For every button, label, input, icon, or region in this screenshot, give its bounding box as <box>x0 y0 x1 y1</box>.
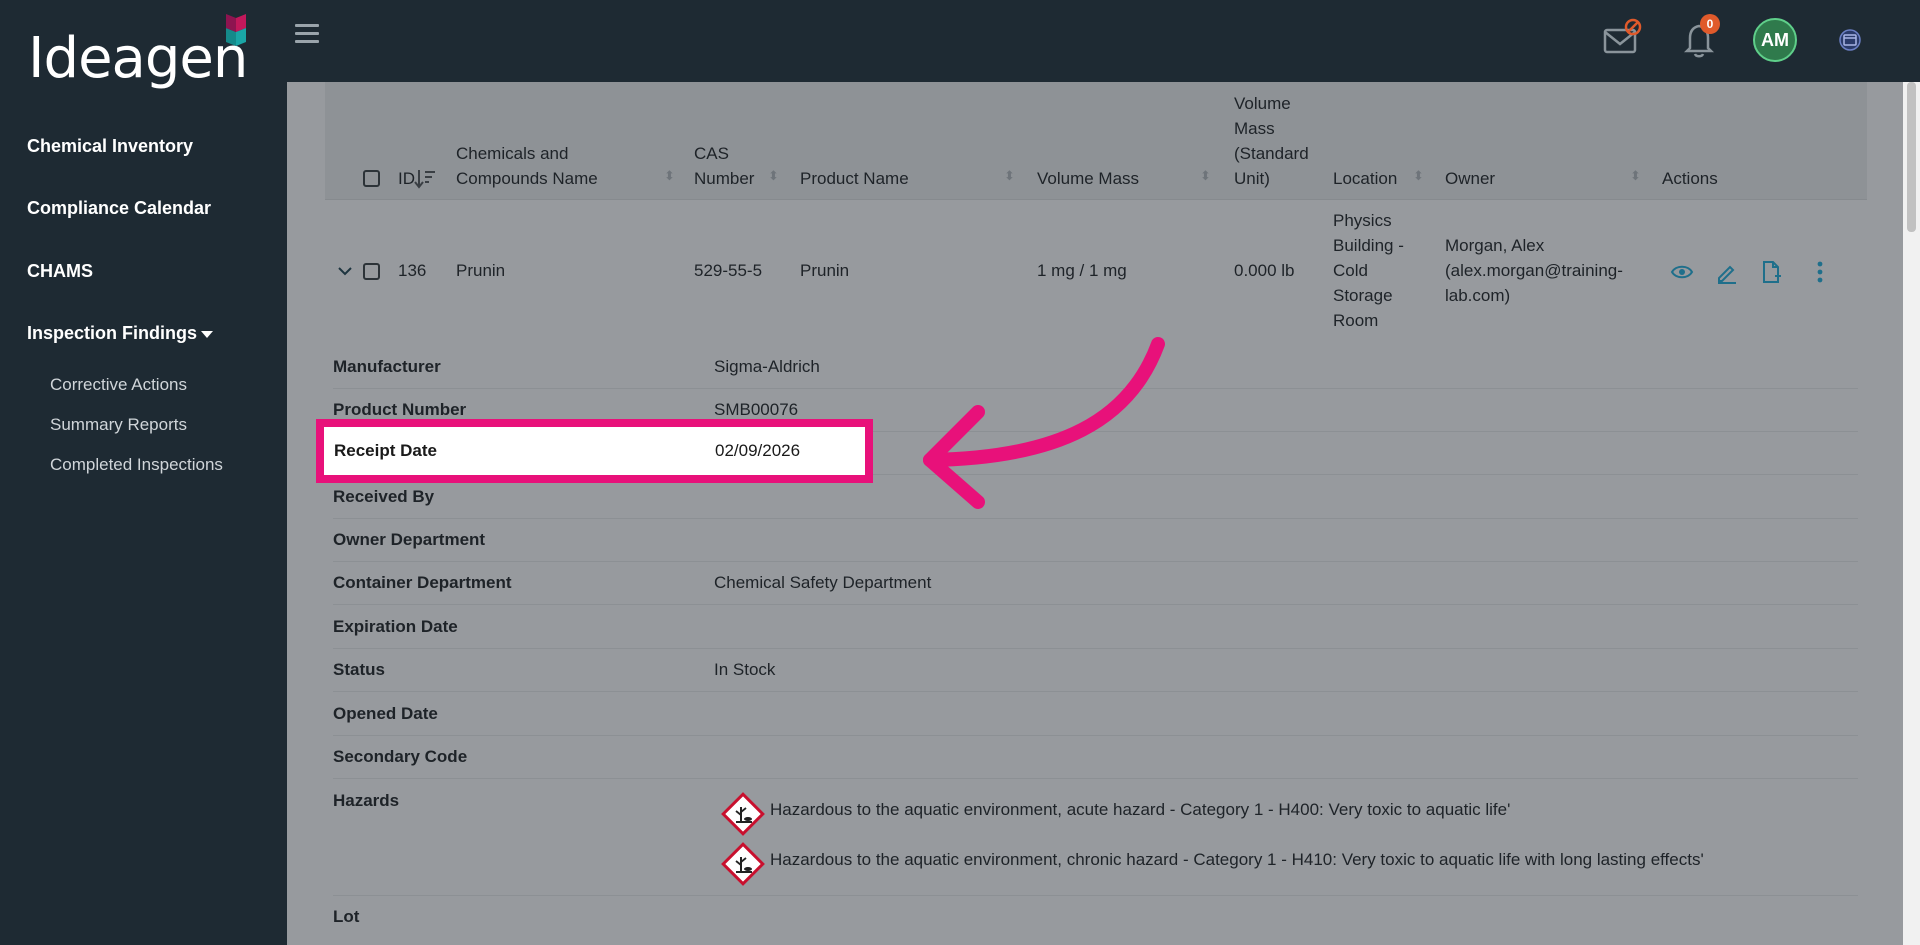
sidebar-subitem-summary-reports[interactable]: Summary Reports <box>50 415 187 435</box>
environment-hazard-pictogram-icon <box>721 842 765 886</box>
select-all-checkbox[interactable] <box>363 170 380 187</box>
detail-label: Status <box>333 660 385 679</box>
sidebar-item-chams[interactable]: CHAMS <box>27 261 93 282</box>
sort-descending-icon[interactable] <box>414 166 436 190</box>
detail-label: Product Number <box>333 400 467 419</box>
hamburger-menu-icon[interactable] <box>295 24 319 46</box>
receipt-date-value: 02/09/2026 <box>715 441 801 460</box>
hazard-text: Hazardous to the aquatic environment, ch… <box>770 850 1704 869</box>
hazard-text: Hazardous to the aquatic environment, ac… <box>770 800 1511 819</box>
cell-location-line5: Room <box>1333 311 1379 330</box>
notifications-bell-icon[interactable]: 0 <box>1682 14 1722 65</box>
detail-status: Status In Stock <box>333 649 1858 692</box>
environment-hazard-pictogram-icon <box>721 792 765 836</box>
detail-label: Secondary Code <box>333 747 468 766</box>
detail-hazards: Hazards <box>333 780 1858 896</box>
calendar-icon[interactable] <box>1838 28 1862 57</box>
detail-label: Container Department <box>333 573 512 592</box>
header-cas-line2[interactable]: Number <box>694 166 754 191</box>
detail-value: Chemical Safety Department <box>714 573 932 592</box>
detail-opened-date: Opened Date <box>333 693 1858 736</box>
sort-icon[interactable]: ⬍ <box>1004 168 1015 184</box>
top-bar: 0 AM <box>287 0 1920 82</box>
sidebar-item-inspection-findings[interactable]: Inspection Findings <box>27 323 213 344</box>
header-product-name[interactable]: Product Name <box>800 166 909 191</box>
scrollbar-thumb[interactable] <box>1907 82 1916 232</box>
cell-volume-mass: 1 mg / 1 mg <box>1037 261 1127 280</box>
sidebar-subitem-completed-inspections[interactable]: Completed Inspections <box>50 455 223 475</box>
messages-disabled-icon[interactable] <box>1602 18 1644 63</box>
header-id[interactable]: ID <box>398 166 415 191</box>
view-eye-icon[interactable] <box>1670 262 1694 282</box>
logo-text: Ideagen <box>28 26 248 91</box>
header-chemical-name-line2[interactable]: Compounds Name <box>456 166 598 191</box>
header-std-line4[interactable]: Unit) <box>1234 166 1270 191</box>
sidebar-item-chemical-inventory[interactable]: Chemical Inventory <box>27 136 193 157</box>
cell-location-line3: Cold <box>1333 261 1368 280</box>
header-cas-line1[interactable]: CAS <box>694 141 729 166</box>
header-location[interactable]: Location <box>1333 166 1397 191</box>
cell-product-name: Prunin <box>800 261 850 280</box>
detail-label: Manufacturer <box>333 357 441 376</box>
cell-standard-unit: 0.000 lb <box>1234 261 1295 280</box>
cell-chemical-name: Prunin <box>456 261 506 280</box>
cell-cas-number: 529-55-5 <box>694 261 763 280</box>
detail-owner-department: Owner Department <box>333 519 1858 562</box>
detail-container-department: Container Department Chemical Safety Dep… <box>333 562 1858 605</box>
sidebar-subitem-corrective-actions[interactable]: Corrective Actions <box>50 375 187 395</box>
sidebar-item-label: Inspection Findings <box>27 323 197 343</box>
chevron-down-icon[interactable] <box>337 265 353 277</box>
detail-expiration-date: Expiration Date <box>333 606 1858 649</box>
logo-mark-icon <box>226 14 246 46</box>
cell-id: 136 <box>398 261 427 280</box>
detail-label: Owner Department <box>333 530 486 549</box>
sidebar-item-compliance-calendar[interactable]: Compliance Calendar <box>27 198 211 219</box>
annotation-arrow-icon <box>923 337 1165 509</box>
sort-icon[interactable]: ⬍ <box>768 168 779 184</box>
header-actions: Actions <box>1662 169 1718 188</box>
ideagen-logo[interactable]: Ideagen <box>28 14 268 94</box>
sort-icon[interactable]: ⬍ <box>1200 168 1211 184</box>
sort-icon[interactable]: ⬍ <box>1413 168 1424 184</box>
more-options-icon[interactable] <box>1815 260 1825 284</box>
detail-value: Sigma-Aldrich <box>714 357 820 376</box>
cell-location-line4: Storage <box>1333 286 1393 305</box>
detail-label: Expiration Date <box>333 617 458 636</box>
detail-secondary-code: Secondary Code <box>333 736 1858 779</box>
detail-lot: Lot <box>333 896 1858 939</box>
detail-value: SMB00076 <box>714 400 799 419</box>
user-avatar[interactable]: AM <box>1753 18 1797 62</box>
header-volume-mass[interactable]: Volume Mass <box>1037 166 1139 191</box>
add-document-icon[interactable] <box>1759 260 1783 284</box>
cell-owner-line3: lab.com) <box>1445 286 1511 305</box>
detail-label: Lot <box>333 907 360 926</box>
receipt-date-label: Receipt Date <box>334 441 437 460</box>
receipt-date-highlight: Receipt Date 02/09/2026 <box>316 419 873 483</box>
row-checkbox[interactable] <box>363 263 380 280</box>
header-std-line1[interactable]: Volume <box>1234 91 1291 116</box>
cell-owner-line1: Morgan, Alex <box>1445 236 1545 255</box>
sort-icon[interactable]: ⬍ <box>1630 168 1641 184</box>
table-header: ID Chemicals and Compounds Name ⬍ CAS Nu… <box>325 82 1867 200</box>
sidebar: Ideagen Chemical Inventory Compliance Ca… <box>0 0 287 945</box>
caret-down-icon <box>201 330 213 338</box>
header-chemical-name-line1[interactable]: Chemicals and <box>456 141 568 166</box>
notifications-count-badge: 0 <box>1700 14 1720 34</box>
cell-location-line1: Physics <box>1333 211 1392 230</box>
detail-label: Opened Date <box>333 704 438 723</box>
detail-value: In Stock <box>714 660 776 679</box>
cell-location-line2: Building - <box>1333 236 1404 255</box>
page-scrollbar[interactable] <box>1903 82 1920 945</box>
cell-owner-line2: (alex.morgan@training- <box>1445 261 1623 280</box>
header-std-line2[interactable]: Mass <box>1234 116 1275 141</box>
sort-icon[interactable]: ⬍ <box>664 168 675 184</box>
edit-pencil-icon[interactable] <box>1715 260 1739 284</box>
detail-label: Hazards <box>333 791 400 810</box>
header-std-line3[interactable]: (Standard <box>1234 141 1309 166</box>
detail-label: Received By <box>333 487 435 506</box>
header-owner[interactable]: Owner <box>1445 166 1495 191</box>
